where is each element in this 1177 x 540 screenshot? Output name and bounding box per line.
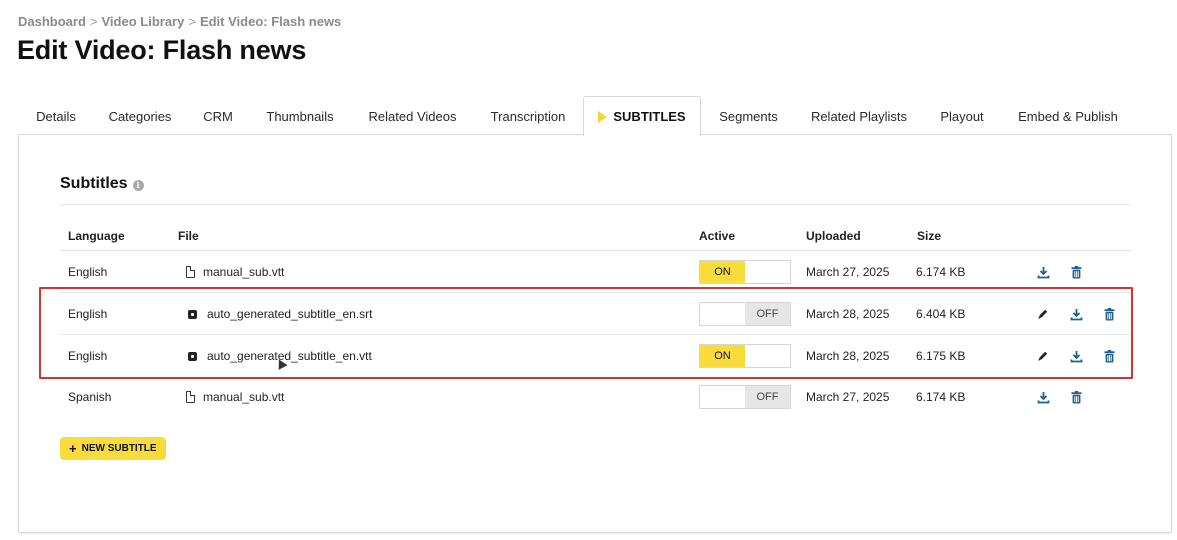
table-row: English manual_sub.vtt ON March 27, 2025… [60, 252, 1131, 292]
row-size: 6.174 KB [916, 390, 966, 404]
section-title-text: Subtitles [60, 175, 128, 192]
divider [60, 204, 1131, 205]
toggle-state: ON [700, 261, 745, 283]
row-actions [1035, 336, 1117, 376]
row-actions [1035, 377, 1084, 417]
subtitles-panel: Subtitles i Language File Active Uploade… [18, 134, 1172, 533]
pencil-icon[interactable] [1035, 348, 1051, 364]
row-file: manual_sub.vtt [186, 377, 284, 417]
tab-related-playlists[interactable]: Related Playlists [796, 96, 922, 135]
pencil-icon[interactable] [1035, 306, 1051, 322]
breadcrumb-separator: > [188, 14, 196, 29]
column-header-active: Active [699, 229, 736, 243]
play-icon [598, 110, 608, 123]
table-row: Spanish manual_sub.vtt OFF March 27, 202… [60, 377, 1131, 417]
document-icon [186, 266, 195, 278]
row-language: English [68, 307, 108, 321]
breadcrumb-current: Edit Video: Flash news [199, 14, 342, 29]
trash-icon[interactable] [1068, 264, 1084, 280]
divider [60, 250, 1131, 251]
download-icon[interactable] [1068, 348, 1084, 364]
tab-embed-publish[interactable]: Embed & Publish [1002, 96, 1134, 135]
active-toggle[interactable]: OFF [699, 302, 791, 326]
row-file: auto_generated_subtitle_en.vtt [186, 336, 372, 376]
tab-related-videos[interactable]: Related Videos [352, 96, 473, 135]
tab-crm[interactable]: CRM [188, 96, 248, 135]
row-uploaded: March 28, 2025 [806, 307, 890, 321]
column-header-file: File [178, 229, 199, 243]
download-icon[interactable] [1035, 264, 1051, 280]
new-subtitle-button[interactable]: + NEW SUBTITLE [60, 437, 166, 460]
page-title: Edit Video: Flash news [17, 35, 307, 65]
column-header-size: Size [917, 229, 942, 243]
row-size: 6.174 KB [916, 265, 966, 279]
row-language: English [68, 349, 108, 363]
row-active-cell: ON [699, 252, 791, 292]
table-row: English auto_generated_subtitle_en.vtt O… [60, 336, 1131, 376]
tab-bar: Details Categories CRM Thumbnails Relate… [20, 96, 1134, 136]
row-active-cell: OFF [699, 377, 791, 417]
row-file: manual_sub.vtt [186, 252, 284, 292]
active-toggle[interactable]: ON [699, 344, 791, 368]
plus-icon: + [69, 441, 77, 456]
auto-generated-icon [188, 309, 197, 319]
breadcrumb-separator: > [89, 14, 98, 29]
column-header-uploaded: Uploaded [806, 229, 861, 243]
trash-icon[interactable] [1068, 389, 1084, 405]
row-uploaded: March 28, 2025 [806, 349, 890, 363]
download-icon[interactable] [1035, 389, 1051, 405]
row-actions [1035, 252, 1084, 292]
breadcrumb: Dashboard > Video Library > Edit Video: … [18, 14, 341, 29]
trash-icon[interactable] [1101, 306, 1117, 322]
tab-categories[interactable]: Categories [92, 96, 188, 135]
table-header: Language File Active Uploaded Size [60, 228, 1131, 252]
tab-segments[interactable]: Segments [701, 96, 796, 135]
breadcrumb-dashboard[interactable]: Dashboard [18, 14, 86, 29]
row-uploaded: March 27, 2025 [806, 265, 890, 279]
table-row: English auto_generated_subtitle_en.srt O… [60, 294, 1131, 334]
new-subtitle-label: NEW SUBTITLE [81, 443, 157, 454]
row-size: 6.404 KB [916, 307, 966, 321]
tab-subtitles[interactable]: SUBTITLES [583, 96, 701, 136]
document-icon [186, 391, 195, 403]
column-header-language: Language [68, 229, 125, 243]
tab-transcription[interactable]: Transcription [473, 96, 583, 135]
row-file-name[interactable]: auto_generated_subtitle_en.srt [207, 307, 372, 321]
section-title: Subtitles i [60, 175, 144, 193]
auto-generated-icon [188, 351, 197, 361]
row-file-name[interactable]: manual_sub.vtt [203, 265, 284, 279]
row-file-name[interactable]: auto_generated_subtitle_en.vtt [207, 349, 372, 363]
tab-subtitles-label: SUBTITLES [613, 109, 686, 124]
tab-details[interactable]: Details [20, 96, 92, 135]
divider [60, 292, 1131, 293]
download-icon[interactable] [1068, 306, 1084, 322]
row-actions [1035, 294, 1117, 334]
breadcrumb-video-library[interactable]: Video Library [102, 14, 185, 29]
toggle-state: OFF [745, 386, 790, 408]
tab-thumbnails[interactable]: Thumbnails [248, 96, 352, 135]
row-active-cell: ON [699, 336, 791, 376]
row-size: 6.175 KB [916, 349, 966, 363]
row-active-cell: OFF [699, 294, 791, 334]
row-file: auto_generated_subtitle_en.srt [186, 294, 372, 334]
toggle-state: ON [700, 345, 745, 367]
toggle-state: OFF [745, 303, 790, 325]
active-toggle[interactable]: OFF [699, 385, 791, 409]
info-icon[interactable]: i [132, 180, 144, 191]
row-file-name[interactable]: manual_sub.vtt [203, 390, 284, 404]
trash-icon[interactable] [1101, 348, 1117, 364]
tab-playout[interactable]: Playout [922, 96, 1002, 135]
row-language: Spanish [68, 390, 112, 404]
active-toggle[interactable]: ON [699, 260, 791, 284]
row-uploaded: March 27, 2025 [806, 390, 890, 404]
row-language: English [68, 265, 108, 279]
divider [60, 334, 1131, 335]
